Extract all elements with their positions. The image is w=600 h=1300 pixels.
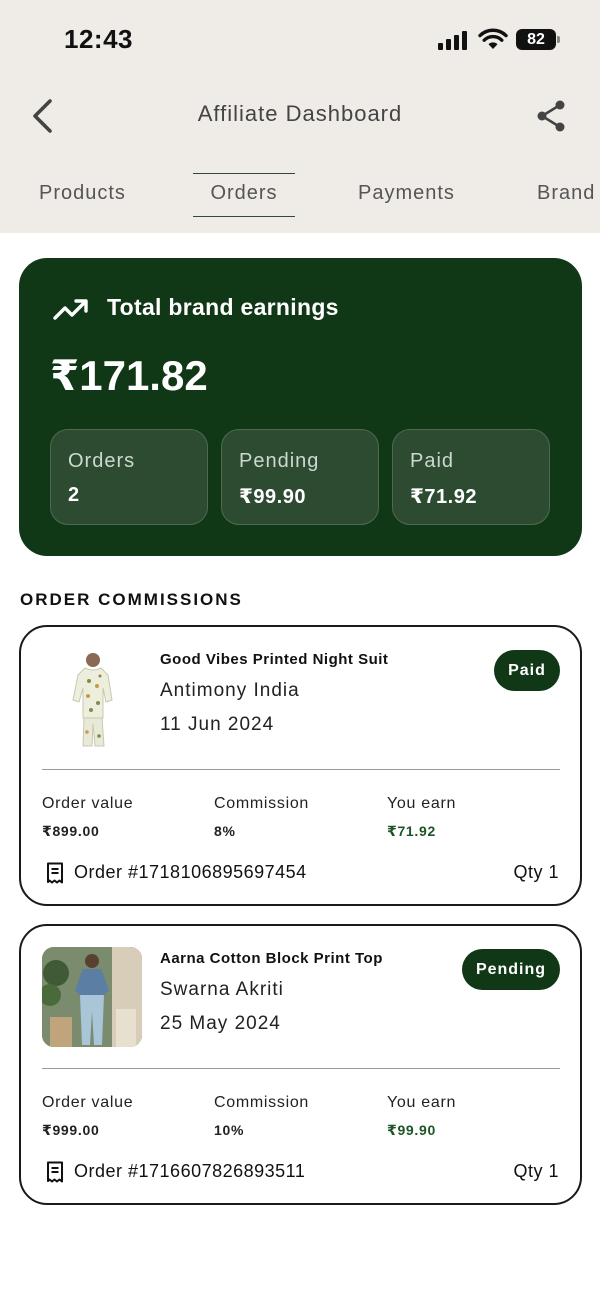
earn-value: ₹99.90	[387, 1122, 436, 1138]
tab-orders[interactable]: Orders	[193, 182, 295, 205]
share-icon[interactable]	[534, 98, 568, 134]
active-tab-indicator-top	[193, 173, 295, 174]
product-name: Aarna Cotton Block Print Top	[160, 950, 383, 967]
commission-label: Commission	[214, 1094, 310, 1111]
earnings-total: ₹171.82	[50, 352, 208, 399]
order-value: ₹899.00	[42, 823, 100, 839]
earnings-label: Total brand earnings	[107, 294, 339, 320]
battery-icon: 82	[516, 29, 556, 50]
wifi-icon	[478, 28, 508, 49]
tab-payments[interactable]: Payments	[358, 182, 455, 205]
status-badge: Paid	[494, 650, 560, 691]
order-id: Order #1718106895697454	[74, 862, 307, 882]
status-badge: Pending	[462, 949, 560, 990]
battery-tip	[557, 36, 560, 43]
order-value-label: Order value	[42, 795, 134, 812]
divider	[42, 1068, 560, 1069]
earnings-summary-card: Total brand earnings ₹171.82 Orders 2 Pe…	[19, 258, 582, 556]
earn-value: ₹71.92	[387, 823, 436, 839]
stat-paid: Paid ₹71.92	[392, 429, 550, 525]
stat-pending: Pending ₹99.90	[221, 429, 379, 525]
product-image-night-suit	[72, 653, 113, 747]
stat-label: Orders	[68, 450, 136, 472]
stat-orders: Orders 2	[50, 429, 208, 525]
order-value-label: Order value	[42, 1094, 134, 1111]
top-bar: 12:43 82 Affiliate Dashboard Products Or…	[0, 0, 600, 233]
order-value: ₹999.00	[42, 1122, 100, 1138]
tab-brand[interactable]: Brand	[537, 182, 595, 205]
product-image-block-print-top	[42, 947, 142, 1047]
section-title: ORDER COMMISSIONS	[20, 590, 243, 609]
commission-value: 10%	[214, 1122, 245, 1138]
status-bar: 12:43 82	[0, 0, 600, 80]
product-thumbnail	[42, 947, 142, 1047]
order-card[interactable]: Good Vibes Printed Night Suit Antimony I…	[19, 625, 582, 906]
stat-value: ₹99.90	[239, 486, 306, 508]
order-quantity: Qty 1	[513, 1161, 559, 1181]
commission-value: 8%	[214, 823, 236, 839]
earn-label: You earn	[387, 1094, 457, 1111]
receipt-icon	[47, 1161, 63, 1183]
stat-label: Paid	[410, 450, 455, 472]
tab-products[interactable]: Products	[39, 182, 126, 205]
commission-label: Commission	[214, 795, 310, 812]
cellular-signal-icon	[438, 30, 470, 50]
brand-name: Antimony India	[160, 680, 300, 701]
trending-up-icon	[53, 299, 88, 320]
brand-name: Swarna Akriti	[160, 979, 284, 1000]
order-date: 25 May 2024	[160, 1013, 281, 1034]
product-name: Good Vibes Printed Night Suit	[160, 651, 389, 668]
stat-label: Pending	[239, 450, 320, 472]
stat-value: ₹71.92	[410, 486, 477, 508]
stat-value: 2	[68, 484, 80, 506]
divider	[42, 769, 560, 770]
active-tab-indicator-bottom	[193, 216, 295, 217]
product-thumbnail	[42, 648, 142, 748]
order-quantity: Qty 1	[513, 862, 559, 882]
order-id: Order #1716607826893511	[74, 1161, 306, 1181]
order-card[interactable]: Aarna Cotton Block Print Top Swarna Akri…	[19, 924, 582, 1205]
page-title: Affiliate Dashboard	[197, 101, 403, 126]
order-date: 11 Jun 2024	[160, 714, 275, 735]
receipt-icon	[47, 862, 63, 884]
earn-label: You earn	[387, 795, 457, 812]
status-time: 12:43	[64, 24, 133, 54]
